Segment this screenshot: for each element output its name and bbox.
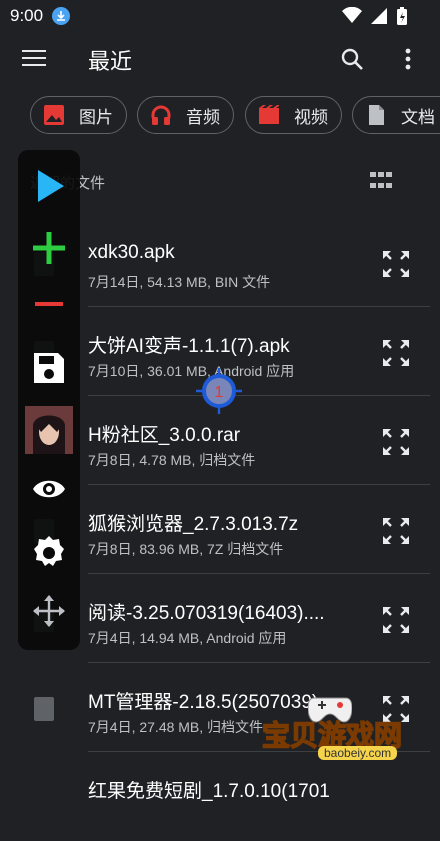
remove-button[interactable] xyxy=(18,296,80,312)
more-options-icon[interactable] xyxy=(398,46,418,72)
play-button[interactable] xyxy=(18,168,80,204)
file-meta: 7月8日, 4.78 MB, 归档文件 xyxy=(88,452,256,468)
settings-button[interactable] xyxy=(18,534,80,570)
avatar-button[interactable] xyxy=(18,406,80,454)
add-button[interactable] xyxy=(18,230,80,266)
expand-icon[interactable] xyxy=(380,604,412,636)
chip-label: 视频 xyxy=(294,107,328,127)
settings-icon xyxy=(34,536,64,566)
file-name: xdk30.apk xyxy=(88,242,175,263)
file-name: 红果免费短剧_1.7.0.10(1701 xyxy=(88,781,330,802)
expand-icon[interactable] xyxy=(380,515,412,547)
chip-images[interactable]: 图片 xyxy=(30,96,127,134)
tap-target-crosshair[interactable]: 1 xyxy=(196,368,242,414)
expand-icon[interactable] xyxy=(380,426,412,458)
move-icon xyxy=(33,595,65,627)
status-time: 9:00 xyxy=(10,6,44,25)
save-button[interactable] xyxy=(18,350,80,386)
chip-label: 文档 xyxy=(401,107,435,127)
status-bar: 9:00 xyxy=(0,0,440,32)
category-chips: 图片 音频 视频 文档 xyxy=(0,96,440,140)
document-icon xyxy=(369,105,384,125)
file-name: H粉社区_3.0.0.rar xyxy=(88,425,241,446)
menu-icon[interactable] xyxy=(22,50,46,68)
chip-label: 图片 xyxy=(79,107,113,127)
avatar xyxy=(25,406,73,454)
archive-icon xyxy=(34,697,54,721)
signal-icon xyxy=(371,8,387,24)
crosshair-number: 1 xyxy=(215,384,224,401)
download-icon xyxy=(52,7,70,25)
visibility-button[interactable] xyxy=(18,476,80,502)
image-icon xyxy=(44,105,64,125)
save-icon xyxy=(34,353,64,383)
file-meta: 7月4日, 27.48 MB, 归档文件 xyxy=(88,719,264,735)
file-meta: 7月8日, 83.96 MB, 7Z 归档文件 xyxy=(88,541,284,557)
remove-icon xyxy=(35,302,63,306)
page-title: 最近 xyxy=(88,49,133,74)
add-icon xyxy=(33,232,65,264)
site-watermark: 宝贝游戏网 baobeiy.com xyxy=(261,690,432,772)
wifi-icon xyxy=(342,7,362,23)
move-handle[interactable] xyxy=(18,594,80,628)
chip-audio[interactable]: 音频 xyxy=(137,96,234,134)
floating-toolbar xyxy=(18,150,80,650)
expand-icon[interactable] xyxy=(380,248,412,280)
file-name: 阅读-3.25.070319(16403).... xyxy=(88,603,325,624)
eye-icon xyxy=(33,480,65,498)
chip-label: 音频 xyxy=(186,107,220,127)
play-icon xyxy=(38,170,64,202)
headphones-icon xyxy=(151,105,171,125)
file-name: 大饼AI变声-1.1.1(7).apk xyxy=(88,336,290,357)
video-icon xyxy=(259,105,279,124)
expand-icon[interactable] xyxy=(380,337,412,369)
chip-documents[interactable]: 文档 xyxy=(352,96,440,134)
chip-video[interactable]: 视频 xyxy=(245,96,342,134)
grid-view-icon[interactable] xyxy=(370,172,392,192)
file-meta: 7月4日, 14.94 MB, Android 应用 xyxy=(88,630,287,646)
battery-icon xyxy=(397,7,407,25)
search-icon[interactable] xyxy=(340,47,364,71)
file-meta: 7月10日, 36.01 MB, Android 应用 xyxy=(88,363,295,379)
file-name: 狐猴浏览器_2.7.3.013.7z xyxy=(88,514,299,535)
file-meta: 7月14日, 54.13 MB, BIN 文件 xyxy=(88,274,271,290)
watermark-url: baobeiy.com xyxy=(318,746,398,760)
